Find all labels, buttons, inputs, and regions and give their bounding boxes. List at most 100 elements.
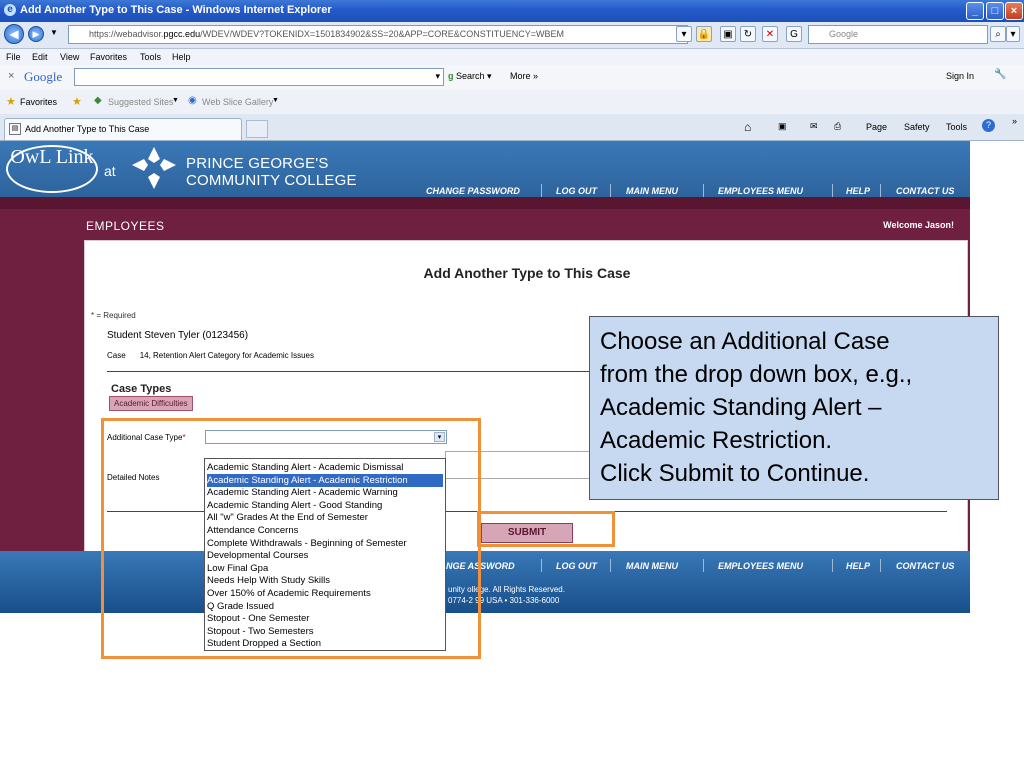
header-strip: [0, 197, 970, 209]
close-window-button[interactable]: ×: [1005, 2, 1023, 20]
footer-nav-main-menu[interactable]: MAIN MENU: [626, 561, 678, 571]
chevron-right-icon[interactable]: »: [1012, 116, 1017, 126]
nav-divider: [832, 184, 833, 197]
callout-text: Choose an Additional Case from the drop …: [600, 325, 912, 490]
tools-menu[interactable]: Tools: [946, 122, 967, 132]
pgcc-emblem-icon: [132, 147, 176, 189]
nav-divider: [541, 184, 542, 197]
add-favorite-icon[interactable]: ★: [72, 95, 82, 108]
menu-favorites[interactable]: Favorites: [90, 52, 127, 62]
google-search-input[interactable]: ▾: [74, 68, 444, 86]
page-menu[interactable]: Page: [866, 122, 887, 132]
address-bar: ◀ ▶ ▼ https://webadvisor.pgcc.edu/WDEV/W…: [0, 22, 1024, 49]
welcome-message: Welcome Jason!: [883, 220, 954, 230]
wrench-icon[interactable]: 🔧: [994, 69, 1006, 80]
callout-line: Academic Restriction.: [600, 427, 833, 454]
google-logo: Google: [24, 69, 63, 84]
minimize-button[interactable]: _: [966, 2, 984, 20]
history-dropdown-icon[interactable]: ▼: [50, 28, 58, 37]
menu-tools[interactable]: Tools: [140, 52, 161, 62]
footer-nav-divider: [880, 559, 881, 572]
menu-view[interactable]: View: [60, 52, 79, 62]
dropdown-highlight-box: [101, 418, 481, 659]
browser-search-input[interactable]: Google: [808, 25, 988, 44]
search-icon[interactable]: ⌕: [990, 26, 1006, 42]
nav-contact-us[interactable]: CONTACT US: [896, 186, 954, 196]
footer-nav-log-out[interactable]: LOG OUT: [556, 561, 597, 571]
home-icon[interactable]: ⌂: [744, 120, 751, 134]
maximize-button[interactable]: □: [986, 2, 1004, 20]
forward-arrow-icon[interactable]: ▶: [28, 26, 44, 42]
owl-link-logo[interactable]: OwL Link: [6, 145, 98, 193]
tab-label: Add Another Type to This Case: [25, 124, 150, 134]
window-titlebar: e Add Another Type to This Case - Window…: [0, 0, 1024, 22]
callout-line: Choose an Additional Case: [600, 328, 890, 355]
google-search-label: Search: [456, 71, 485, 81]
compatibility-icon[interactable]: ▣: [720, 26, 736, 42]
back-arrow-icon[interactable]: ◀: [4, 24, 24, 44]
college-name-line2: COMMUNITY COLLEGE: [186, 172, 357, 189]
footer-nav-help[interactable]: HELP: [846, 561, 870, 571]
case-label: Case: [107, 351, 126, 360]
nav-divider: [610, 184, 611, 197]
section-title: EMPLOYEES: [86, 219, 165, 233]
required-note: * = Required: [91, 311, 136, 320]
more-button[interactable]: More »: [510, 71, 538, 81]
url-input[interactable]: https://webadvisor.pgcc.edu/WDEV/WDEV?TO…: [68, 25, 688, 44]
web-slice-icon: ◉: [188, 95, 197, 106]
callout-line: from the drop down box, e.g.,: [600, 361, 913, 388]
case-info: Case 14, Retention Alert Category for Aca…: [107, 351, 314, 360]
tab-active[interactable]: ▤ Add Another Type to This Case: [4, 118, 242, 140]
college-name: PRINCE GEORGE'S COMMUNITY COLLEGE: [186, 155, 357, 189]
ie-logo-icon: e: [4, 4, 16, 16]
nav-change-password[interactable]: CHANGE PASSWORD: [426, 186, 520, 196]
chevron-down-icon[interactable]: ▾: [435, 71, 440, 82]
nav-help[interactable]: HELP: [846, 186, 870, 196]
stop-icon[interactable]: ✕: [762, 26, 778, 42]
page-icon: ▤: [9, 123, 21, 135]
chevron-down-icon[interactable]: ▼: [172, 97, 179, 104]
sign-in-link[interactable]: Sign In: [946, 71, 974, 81]
footer-nav-employees-menu[interactable]: EMPLOYEES MENU: [718, 561, 803, 571]
favorites-button[interactable]: Favorites: [20, 97, 57, 107]
new-tab-button[interactable]: [246, 120, 268, 138]
suggested-sites-link[interactable]: Suggested Sites: [108, 97, 174, 107]
favorites-bar: ★ Favorites ★ ◆ Suggested Sites ▼ ◉ Web …: [0, 90, 1024, 115]
footer-nav-divider: [703, 559, 704, 572]
at-label: at: [104, 163, 116, 179]
menu-edit[interactable]: Edit: [32, 52, 48, 62]
url-domain: pgcc.edu: [163, 29, 201, 39]
instruction-callout: Choose an Additional Case from the drop …: [589, 316, 999, 500]
google-toolbar: × Google ▾ g Search ▾ More » Sign In 🔧: [0, 65, 1024, 91]
web-slice-gallery-link[interactable]: Web Slice Gallery: [202, 97, 273, 107]
mail-icon[interactable]: ✉: [810, 121, 818, 132]
page-title: Add Another Type to This Case: [423, 265, 631, 281]
nav-employees-menu[interactable]: EMPLOYEES MENU: [718, 186, 803, 196]
nav-log-out[interactable]: LOG OUT: [556, 186, 597, 196]
safety-menu[interactable]: Safety: [904, 122, 930, 132]
url-prefix: https://webadvisor.: [89, 29, 164, 39]
footer-nav-contact-us[interactable]: CONTACT US: [896, 561, 954, 571]
google-search-engine-icon[interactable]: G: [786, 26, 802, 42]
divider: [107, 371, 627, 372]
star-icon: ★: [6, 96, 16, 108]
chevron-down-icon[interactable]: ▼: [272, 97, 279, 104]
google-g-icon: g: [448, 71, 454, 81]
google-search-button[interactable]: g Search ▾: [448, 71, 492, 82]
site-header: OwL Link at PRINCE GEORGE'S COMMUNITY CO…: [0, 141, 970, 209]
menu-help[interactable]: Help: [172, 52, 191, 62]
close-toolbar-icon[interactable]: ×: [8, 70, 14, 82]
help-icon[interactable]: ?: [982, 119, 995, 132]
case-type-badge: Academic Difficulties: [109, 396, 193, 411]
footer-nav-divider: [541, 559, 542, 572]
search-dropdown-icon[interactable]: ▾: [1006, 26, 1020, 42]
url-dropdown-icon[interactable]: ▾: [676, 26, 692, 42]
menu-file[interactable]: File: [6, 52, 21, 62]
feeds-icon[interactable]: ▣: [778, 121, 787, 132]
print-icon[interactable]: ⎙: [834, 121, 841, 132]
nav-main-menu[interactable]: MAIN MENU: [626, 186, 678, 196]
lock-icon[interactable]: 🔒: [696, 26, 712, 42]
refresh-icon[interactable]: ↻: [740, 26, 756, 42]
callout-line: Academic Standing Alert –: [600, 394, 882, 421]
callout-line: Click Submit to Continue.: [600, 460, 870, 487]
